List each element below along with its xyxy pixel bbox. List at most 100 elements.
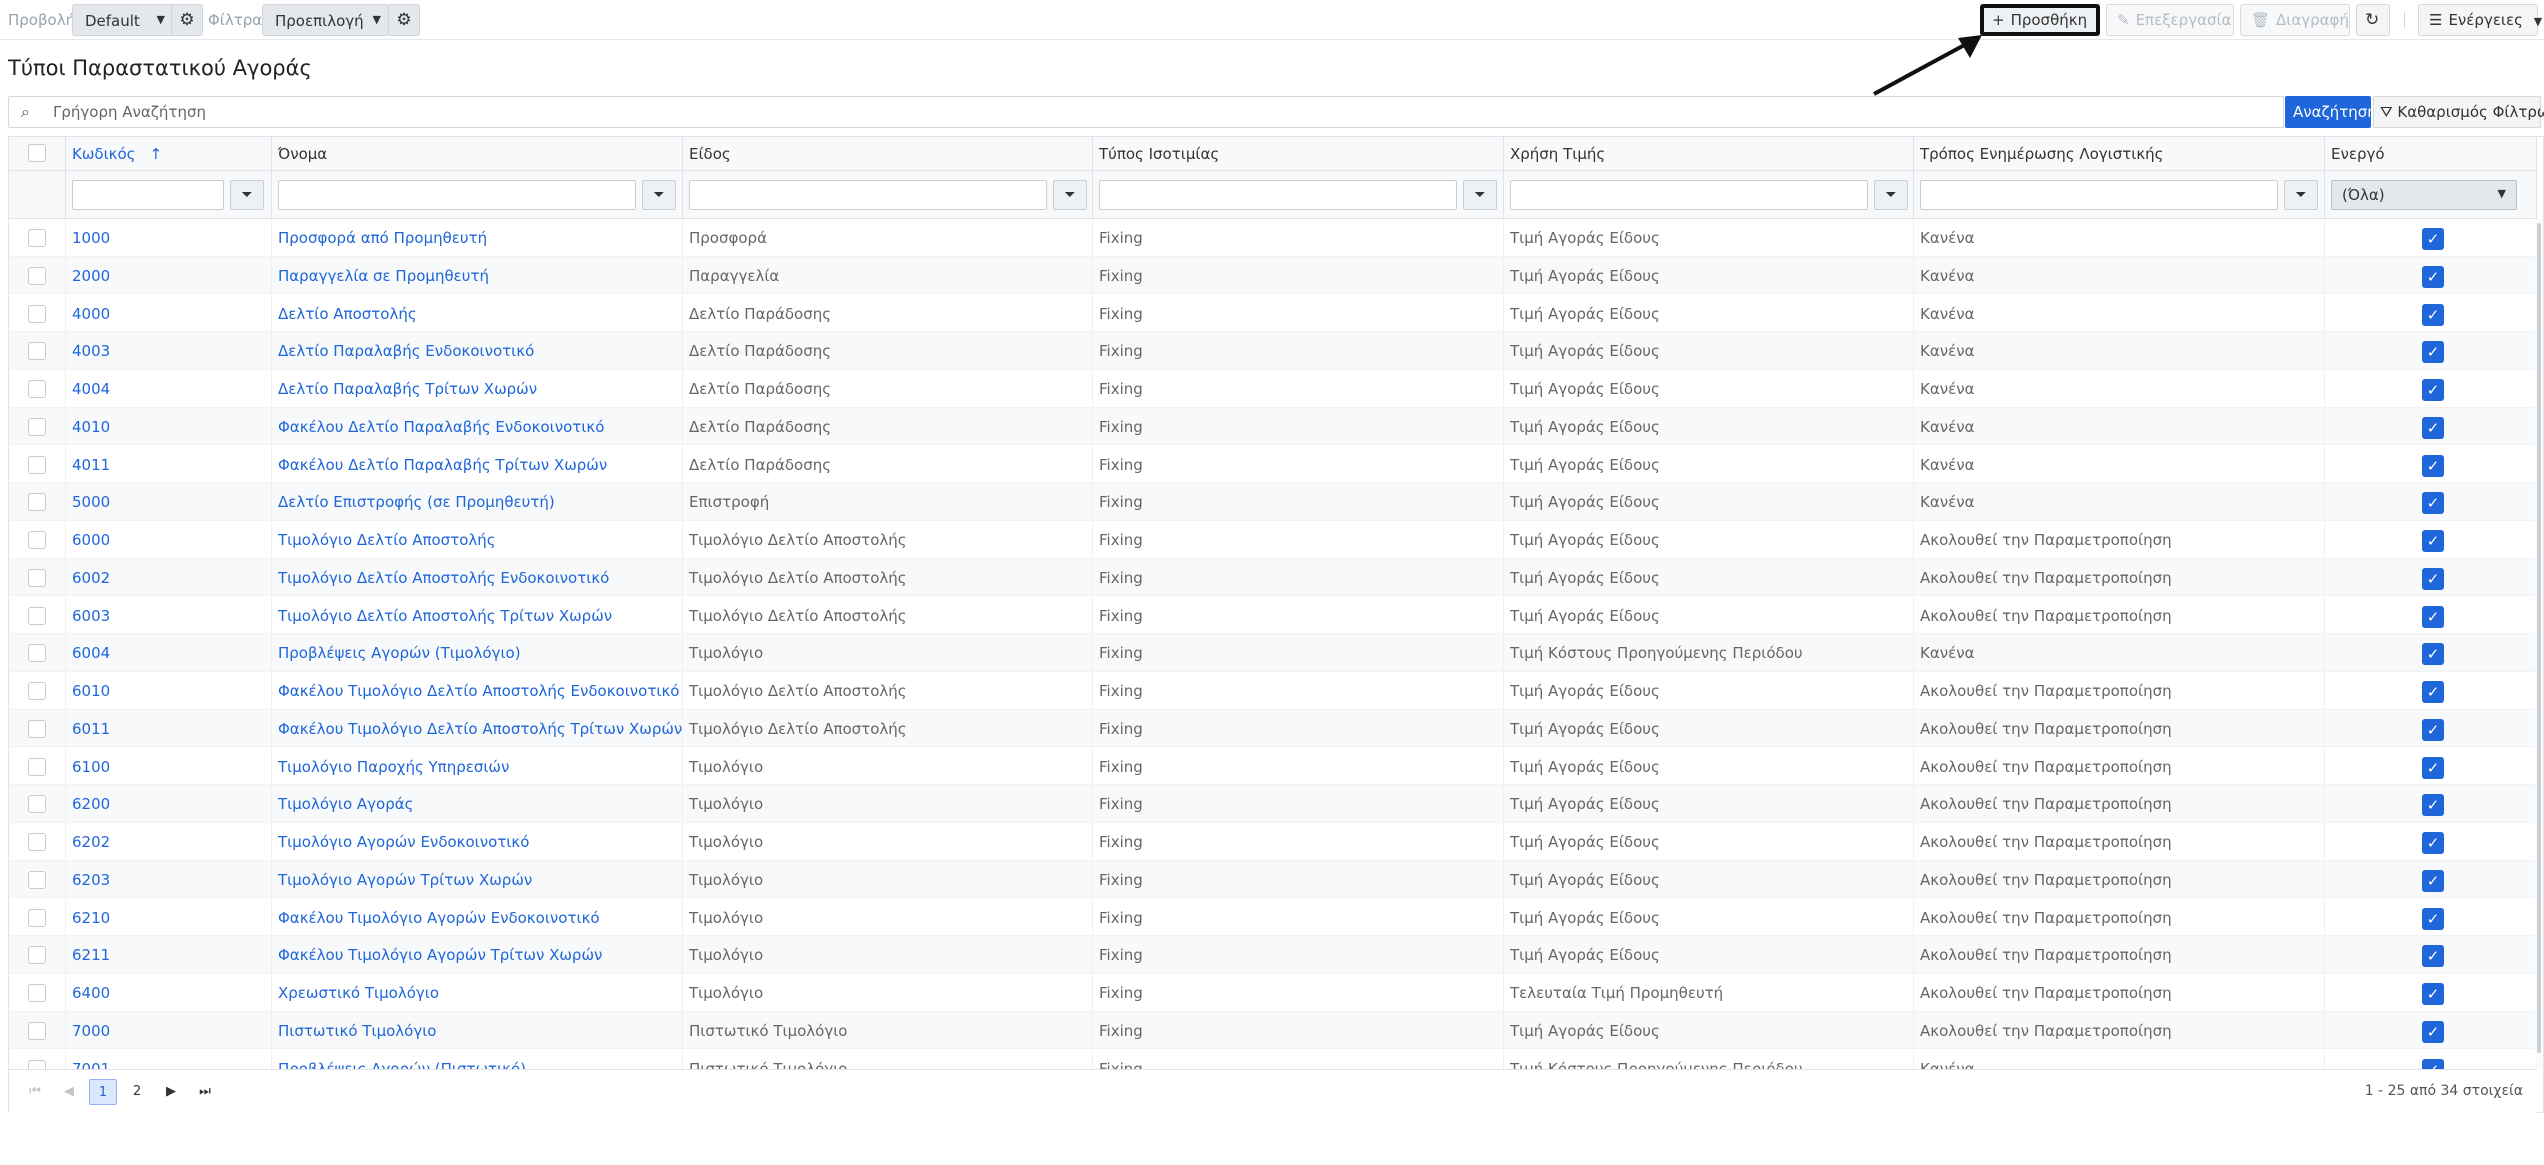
cell-code[interactable]: 6004 (66, 634, 272, 672)
column-header-code[interactable]: Κωδικός ↑ (66, 137, 272, 171)
row-select-checkbox[interactable] (28, 757, 46, 776)
row-select-checkbox[interactable] (28, 531, 46, 549)
cell-name[interactable]: Τιμολόγιο Αγορών Τρίτων Χωρών (272, 860, 683, 898)
table-row[interactable]: 4003 Δελτίο Παραλαβής Ενδοκοινοτικό Δελτίο… (9, 332, 2537, 370)
row-select-checkbox[interactable] (28, 984, 46, 1002)
cell-name[interactable]: Δελτίο Αποστολής (272, 294, 683, 332)
cell-code[interactable]: 6100 (66, 747, 272, 785)
row-select-checkbox[interactable] (28, 342, 46, 361)
filter-icon[interactable]: ⏷ (642, 180, 676, 210)
delete-button[interactable]: 🗑 Διαγραφή (2240, 4, 2350, 36)
cell-code[interactable]: 4011 (66, 445, 272, 483)
cell-code[interactable]: 6000 (66, 521, 272, 558)
filter-icon[interactable]: ⏷ (230, 180, 264, 210)
cell-name[interactable]: Παραγγελία σε Προμηθευτή (272, 256, 683, 294)
row-select-checkbox[interactable] (28, 946, 46, 965)
cell-code[interactable]: 4004 (66, 370, 272, 407)
edit-button[interactable]: ✎ Επεξεργασία (2106, 4, 2234, 36)
cell-code[interactable]: 6002 (66, 558, 272, 596)
column-header-parity[interactable]: Τύπος Ισοτιμίας (1093, 137, 1504, 171)
filter-settings-gear-icon[interactable]: ⚙ (388, 4, 420, 36)
filter-icon[interactable]: ⏷ (1053, 180, 1087, 210)
cell-code[interactable]: 6400 (66, 974, 272, 1011)
filter-input-kind[interactable] (689, 180, 1047, 210)
filter-icon[interactable]: ⏷ (1463, 180, 1497, 210)
cell-name[interactable]: Φακέλου Δελτίο Παραλαβής Ενδοκοινοτικό (272, 407, 683, 445)
previous-page-button[interactable]: ◀ (55, 1079, 83, 1105)
cell-name[interactable]: Τιμολόγιο Δελτίο Αποστολής Τρίτων Χωρών (272, 596, 683, 634)
next-page-button[interactable]: ▶ (157, 1079, 185, 1105)
cell-name[interactable]: Φακέλου Τιμολόγιο Δελτίο Αποστολής Τρίτω… (272, 709, 683, 747)
column-header-active[interactable]: Ενεργό (2325, 137, 2537, 171)
filter-input-parity[interactable] (1099, 180, 1457, 210)
cell-code[interactable]: 6211 (66, 936, 272, 974)
row-select-checkbox[interactable] (28, 719, 46, 738)
cell-name[interactable]: Φακέλου Τιμολόγιο Αγορών Ενδοκοινοτικό (272, 898, 683, 936)
row-select-checkbox[interactable] (28, 1059, 46, 1069)
row-select-checkbox[interactable] (28, 304, 46, 323)
select-all-checkbox[interactable] (28, 144, 46, 162)
row-select-checkbox[interactable] (28, 682, 46, 700)
row-select-checkbox[interactable] (28, 380, 46, 398)
row-select-checkbox[interactable] (28, 493, 46, 512)
cell-code[interactable]: 4000 (66, 294, 272, 332)
table-row[interactable]: 6011 Φακέλου Τιμολόγιο Δελτίο Αποστολής Τ… (9, 709, 2537, 748)
table-row[interactable]: 6203 Τιμολόγιο Αγορών Τρίτων Χωρών Τιμολόγ… (9, 860, 2537, 899)
filter-input-code[interactable] (72, 180, 224, 210)
row-select-checkbox[interactable] (28, 908, 46, 927)
row-select-checkbox[interactable] (28, 568, 46, 587)
row-select-checkbox[interactable] (28, 606, 46, 625)
cell-name[interactable]: Προβλέψεις Αγορών (Πιστωτικό) (272, 1049, 683, 1069)
cell-name[interactable]: Πιστωτικό Τιμολόγιο (272, 1011, 683, 1049)
column-header-price[interactable]: Χρήση Τιμής (1504, 137, 1914, 171)
refresh-button[interactable]: ↻ (2356, 4, 2390, 36)
cell-code[interactable]: 4010 (66, 407, 272, 445)
cell-code[interactable]: 6010 (66, 672, 272, 709)
cell-name[interactable]: Χρεωστικό Τιμολόγιο (272, 974, 683, 1011)
cell-code[interactable]: 6200 (66, 785, 272, 823)
cell-name[interactable]: Τιμολόγιο Δελτίο Αποστολής (272, 521, 683, 558)
row-select-checkbox[interactable] (28, 455, 46, 474)
row-select-checkbox[interactable] (28, 795, 46, 814)
cell-name[interactable]: Φακέλου Δελτίο Παραλαβής Τρίτων Χωρών (272, 445, 683, 483)
add-button[interactable]: + Προσθήκη (1980, 4, 2100, 36)
table-row[interactable]: 4000 Δελτίο Αποστολής Δελτίο Παράδοσης Fixi… (9, 294, 2537, 333)
filter-input-name[interactable] (278, 180, 636, 210)
filter-select-active[interactable]: (Όλα) ▼ (2331, 180, 2517, 210)
scrollbar-thumb[interactable] (2537, 223, 2541, 1053)
cell-code[interactable]: 5000 (66, 483, 272, 521)
filter-input-price[interactable] (1510, 180, 1868, 210)
cell-name[interactable]: Προσφορά από Προμηθευτή (272, 219, 683, 256)
cell-name[interactable]: Δελτίο Παραλαβής Ενδοκοινοτικό (272, 332, 683, 370)
search-button[interactable]: Αναζήτηση (2285, 96, 2377, 128)
table-row[interactable]: 6211 Φακέλου Τιμολόγιο Αγορών Τρίτων Χωρώ… (9, 936, 2537, 974)
cell-code[interactable]: 1000 (66, 219, 272, 256)
table-row[interactable]: 1000 Προσφορά από Προμηθευτή Προσφορά Fixin… (9, 219, 2537, 257)
cell-name[interactable]: Τιμολόγιο Αγορών Ενδοκοινοτικό (272, 823, 683, 860)
row-select-checkbox[interactable] (28, 417, 46, 436)
filter-input-accounting[interactable] (1920, 180, 2278, 210)
cell-name[interactable]: Φακέλου Τιμολόγιο Δελτίο Αποστολής Ενδοκ… (272, 672, 683, 709)
page-2-button[interactable]: 2 (123, 1079, 151, 1105)
filter-select[interactable]: Προεπιλογή ▼ (262, 4, 390, 36)
table-row[interactable]: 6003 Τιμολόγιο Δελτίο Αποστολής Τρίτων Χω… (9, 596, 2537, 635)
cell-code[interactable]: 4003 (66, 332, 272, 370)
table-row[interactable]: 6400 Χρεωστικό Τιμολόγιο Τιμολόγιο Fixing Τε… (9, 974, 2537, 1012)
cell-name[interactable]: Δελτίο Παραλαβής Τρίτων Χωρών (272, 370, 683, 407)
last-page-button[interactable]: ⏭ (191, 1079, 219, 1105)
cell-code[interactable]: 6210 (66, 898, 272, 936)
view-settings-gear-icon[interactable]: ⚙ (171, 4, 203, 36)
table-row[interactable]: 4010 Φακέλου Δελτίο Παραλαβής Ενδοκοινοτι… (9, 407, 2537, 446)
column-header-name[interactable]: Όνομα (272, 137, 683, 171)
table-row[interactable]: 6200 Τιμολόγιο Αγοράς Τιμολόγιο Fixing Τιμή … (9, 785, 2537, 823)
cell-name[interactable]: Δελτίο Επιστροφής (σε Προμηθευτή) (272, 483, 683, 521)
row-select-checkbox[interactable] (28, 1021, 46, 1040)
row-select-checkbox[interactable] (28, 870, 46, 889)
row-select-checkbox[interactable] (28, 644, 46, 663)
cell-code[interactable]: 6202 (66, 823, 272, 860)
column-header-accounting[interactable]: Τρόπος Ενημέρωσης Λογιστικής (1914, 137, 2325, 171)
clear-filters-button[interactable]: ⛛ Καθαρισμός Φίλτρων (2373, 96, 2544, 128)
row-select-checkbox[interactable] (28, 266, 46, 285)
table-row[interactable]: 6210 Φακέλου Τιμολόγιο Αγορών Ενδοκοινοτι… (9, 898, 2537, 937)
row-select-checkbox[interactable] (28, 833, 46, 851)
